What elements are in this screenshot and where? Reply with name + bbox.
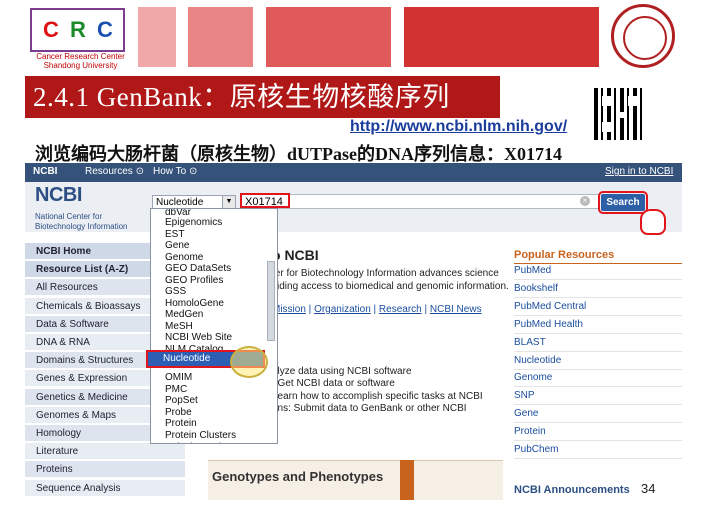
organization-link[interactable]: Organization bbox=[314, 304, 371, 315]
intro-line: ter for Biotechnology Information advanc… bbox=[272, 268, 499, 279]
search-button[interactable]: Search bbox=[598, 191, 648, 214]
popular-resource-link[interactable]: PubMed bbox=[514, 262, 682, 280]
task-line[interactable]: ons: Submit data to GenBank or other NCB… bbox=[272, 403, 467, 414]
dropdown-option[interactable]: HomoloGene bbox=[165, 298, 224, 309]
dropdown-option[interactable]: EST bbox=[165, 229, 184, 240]
database-select[interactable]: Nucleotide ▼ bbox=[152, 195, 236, 209]
dropdown-option[interactable]: MeSH bbox=[165, 321, 193, 332]
popular-resource-link[interactable]: PubMed Health bbox=[514, 316, 682, 334]
popular-resource-link[interactable]: PubMed Central bbox=[514, 298, 682, 316]
ncbi-news-link[interactable]: NCBI News bbox=[430, 304, 482, 315]
nav-item[interactable]: Proteins bbox=[25, 461, 185, 479]
sign-in-link[interactable]: Sign in to NCBI bbox=[605, 166, 673, 177]
database-dropdown-list[interactable]: dbVar Epigenomics EST Gene Genome GEO DataSet… bbox=[150, 208, 278, 444]
about-links: Mission | Organization | Research | NCBI… bbox=[272, 304, 482, 315]
dropdown-option[interactable]: Protein Clusters bbox=[165, 430, 236, 441]
dropdown-option[interactable]: Epigenomics bbox=[165, 217, 222, 228]
dropdown-option[interactable]: PMC bbox=[165, 384, 187, 395]
page-number: 34 bbox=[641, 481, 656, 496]
dropdown-option[interactable]: PopSet bbox=[165, 395, 198, 406]
research-link[interactable]: Research bbox=[379, 304, 422, 315]
genotypes-panel-title[interactable]: Genotypes and Phenotypes bbox=[212, 469, 383, 484]
deco-block bbox=[404, 7, 599, 67]
crc-logo: C R C bbox=[30, 8, 125, 52]
dropdown-option[interactable]: Protein bbox=[165, 418, 197, 429]
popular-resource-link[interactable]: Bookshelf bbox=[514, 280, 682, 298]
logo-letter-c2: C bbox=[97, 17, 113, 42]
task-line[interactable]: Learn how to accomplish specific tasks a… bbox=[272, 391, 483, 402]
slide-title: 2.4.1 GenBank：原核生物核酸序列 bbox=[25, 76, 500, 118]
chevron-down-icon[interactable]: ▼ bbox=[222, 196, 235, 208]
ncbi-logo[interactable]: NCBI bbox=[35, 184, 82, 207]
dropdown-option[interactable]: Gene bbox=[165, 240, 189, 251]
logo-caption-line1: Cancer Research Center bbox=[36, 52, 125, 61]
panel-accent bbox=[400, 460, 414, 500]
ncbi-top-bar: NCBI Resources ⊙ How To ⊙ Sign in to NCB… bbox=[25, 163, 682, 182]
dropdown-option[interactable]: GSS bbox=[165, 286, 186, 297]
popular-resource-link[interactable]: Gene bbox=[514, 405, 682, 424]
dropdown-option[interactable]: PubChem BioAssay bbox=[165, 442, 254, 443]
popular-resource-link[interactable]: PubChem bbox=[514, 441, 682, 459]
qr-code bbox=[594, 88, 646, 140]
logo-subtitle-line1: National Center for bbox=[35, 212, 103, 221]
deco-block bbox=[188, 7, 253, 67]
ncbi-url-link[interactable]: http://www.ncbi.nlm.nih.gov/ bbox=[350, 118, 567, 136]
topbar-ncbi-link[interactable]: NCBI bbox=[33, 166, 57, 177]
popular-resource-link[interactable]: Genome bbox=[514, 369, 682, 388]
search-input[interactable] bbox=[240, 194, 600, 209]
university-seal bbox=[611, 4, 675, 68]
ncbi-screenshot: NCBI Resources ⊙ How To ⊙ Sign in to NCB… bbox=[25, 163, 682, 500]
task-line: alyze data using NCBI software bbox=[272, 366, 412, 377]
clear-icon[interactable]: × bbox=[580, 196, 590, 206]
popular-resources-title: Popular Resources bbox=[514, 249, 615, 261]
popular-resource-link[interactable]: Protein bbox=[514, 423, 682, 442]
dropdown-option[interactable]: NCBI Web Site bbox=[165, 332, 232, 343]
howto-menu[interactable]: How To ⊙ bbox=[153, 166, 197, 177]
announcements-title: NCBI Announcements bbox=[514, 484, 630, 496]
dropdown-scrollbar[interactable] bbox=[267, 261, 275, 341]
task-line[interactable]: : Get NCBI data or software bbox=[272, 378, 395, 389]
logo-letter-c: C bbox=[43, 17, 59, 42]
logo-subtitle-line2: Biotechnology Information bbox=[35, 222, 128, 231]
search-term-value[interactable]: X01714 bbox=[240, 193, 290, 208]
resources-menu[interactable]: Resources ⊙ bbox=[85, 166, 144, 177]
ncbi-logo-subtitle: National Center for Biotechnology Inform… bbox=[35, 212, 128, 232]
database-select-value: Nucleotide bbox=[156, 197, 204, 208]
mouse-cursor-highlight bbox=[230, 346, 268, 378]
intro-line: viding access to biomedical and genomic … bbox=[272, 281, 509, 292]
popular-resource-link[interactable]: BLAST bbox=[514, 334, 682, 352]
hand-pointer-icon bbox=[640, 209, 666, 235]
nav-item[interactable]: Literature bbox=[25, 443, 185, 461]
dropdown-option[interactable]: OMIM bbox=[165, 372, 192, 383]
deco-block bbox=[138, 7, 176, 67]
logo-letter-r: R bbox=[70, 17, 86, 42]
logo-caption-line2: Shandong University bbox=[43, 61, 118, 70]
dropdown-option[interactable]: Probe bbox=[165, 407, 192, 418]
popular-resource-link[interactable]: Nucleotide bbox=[514, 352, 682, 370]
welcome-heading: o NCBI bbox=[272, 247, 319, 263]
deco-block bbox=[266, 7, 391, 67]
popular-resource-link[interactable]: SNP bbox=[514, 387, 682, 406]
dropdown-option[interactable]: MedGen bbox=[165, 309, 203, 320]
nav-item[interactable]: Sequence Analysis bbox=[25, 479, 185, 497]
dropdown-option[interactable]: GEO Profiles bbox=[165, 275, 223, 286]
dropdown-option[interactable]: Genome bbox=[165, 252, 203, 263]
dropdown-option[interactable]: GEO DataSets bbox=[165, 263, 231, 274]
